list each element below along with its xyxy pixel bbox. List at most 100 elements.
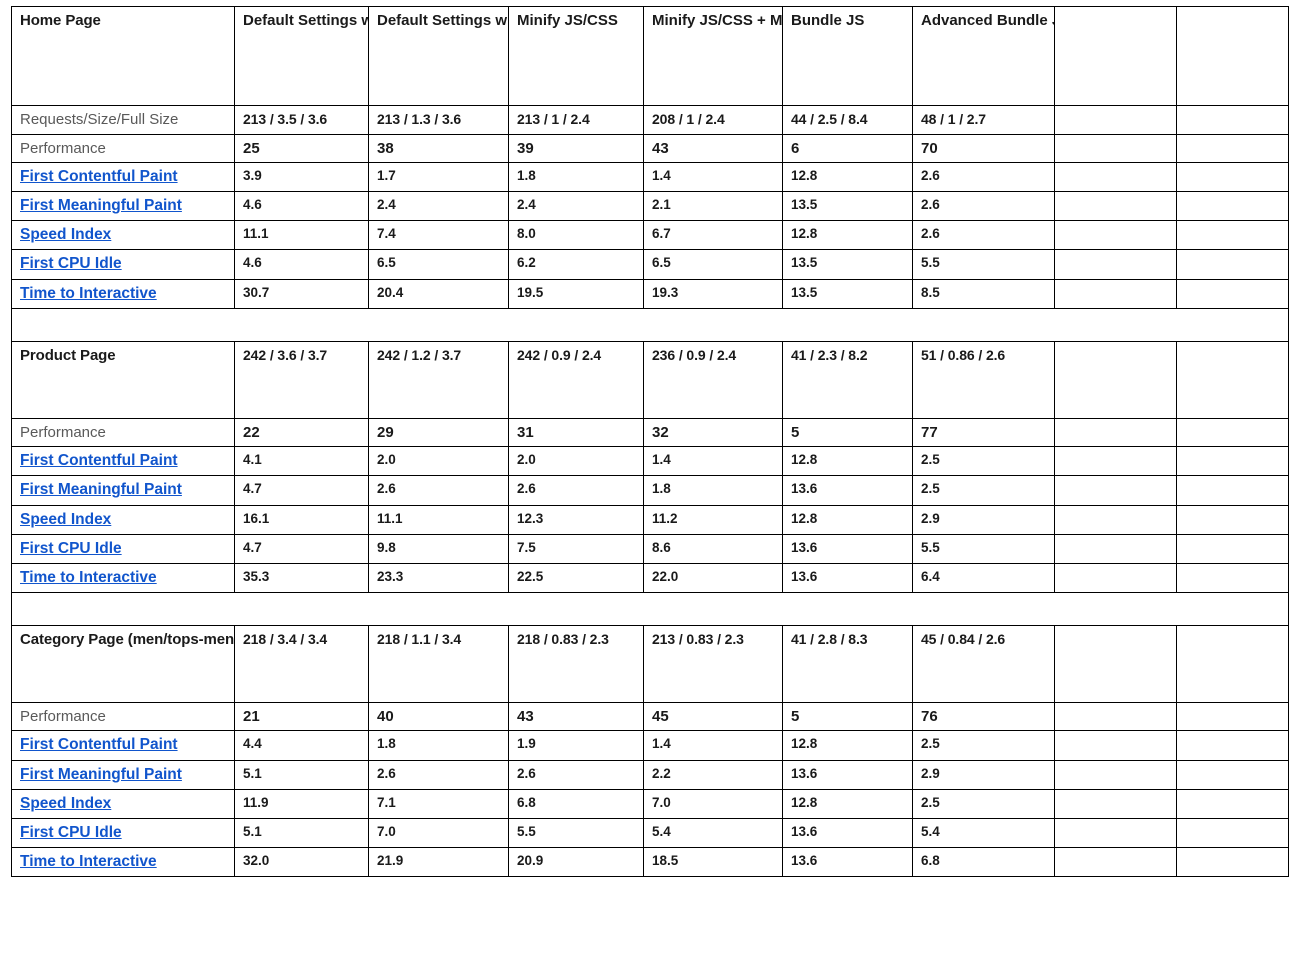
section-title-home-page: Home Page [11, 6, 235, 106]
metric-value-home-page-first-meaningful-paint-4: 2.1 [643, 191, 783, 222]
metric-value-category-page-first-cpu-idle-3: 5.5 [508, 817, 644, 848]
metric-value-category-page-first-contentful-paint-2: 1.8 [368, 730, 509, 761]
metric-link-first-cpu-idle[interactable]: First CPU Idle [20, 824, 122, 841]
section-stat-home-page-3: 213 / 1 / 2.4 [508, 105, 644, 135]
performance-value-home-page-5: 6 [782, 133, 913, 164]
metric-value-product-page-first-cpu-idle-6: 5.5 [912, 533, 1055, 564]
metric-row-home-page-first-cpu-idle: First CPU Idle 4.6 6.5 6.2 6.5 13.5 5.5 [11, 249, 1289, 280]
metric-value-home-page-first-meaningful-paint-3: 2.4 [508, 191, 644, 222]
empty-cell [1176, 133, 1289, 164]
empty-cell [1176, 475, 1289, 506]
metric-link-speed-index[interactable]: Speed Index [20, 795, 111, 812]
metric-value-home-page-time-to-interactive-3: 19.5 [508, 278, 644, 309]
metric-link-first-cpu-idle[interactable]: First CPU Idle [20, 255, 122, 272]
metric-label-cell-first-contentful-paint: First Contentful Paint [11, 446, 235, 477]
metric-value-home-page-first-cpu-idle-2: 6.5 [368, 249, 509, 280]
metric-label-cell-speed-index: Speed Index [11, 220, 235, 251]
empty-cell [1054, 162, 1177, 193]
metric-value-home-page-speed-index-1: 11.1 [234, 220, 369, 251]
empty-cell [1176, 278, 1289, 309]
metric-value-home-page-speed-index-4: 6.7 [643, 220, 783, 251]
metric-link-speed-index[interactable]: Speed Index [20, 226, 111, 243]
metric-value-category-page-first-meaningful-paint-2: 2.6 [368, 759, 509, 790]
empty-cell [1054, 105, 1177, 135]
section-stat-product-page-1: 242 / 3.6 / 3.7 [234, 340, 369, 419]
metric-link-first-meaningful-paint[interactable]: First Meaningful Paint [20, 197, 182, 214]
metric-value-category-page-time-to-interactive-5: 13.6 [782, 846, 913, 878]
metric-value-category-page-first-meaningful-paint-6: 2.9 [912, 759, 1055, 790]
metric-value-category-page-first-cpu-idle-6: 5.4 [912, 817, 1055, 848]
metric-value-product-page-first-contentful-paint-1: 4.1 [234, 446, 369, 477]
metric-link-first-cpu-idle[interactable]: First CPU Idle [20, 540, 122, 557]
empty-cell [1176, 162, 1289, 193]
metric-link-first-contentful-paint[interactable]: First Contentful Paint [20, 736, 178, 753]
metric-link-first-meaningful-paint[interactable]: First Meaningful Paint [20, 766, 182, 783]
metric-value-product-page-first-meaningful-paint-3: 2.6 [508, 475, 644, 506]
metric-link-first-meaningful-paint[interactable]: First Meaningful Paint [20, 481, 182, 498]
metric-value-product-page-time-to-interactive-5: 13.6 [782, 562, 913, 593]
empty-cell [1176, 788, 1289, 819]
metric-value-product-page-speed-index-6: 2.9 [912, 504, 1055, 535]
metric-value-category-page-speed-index-3: 6.8 [508, 788, 644, 819]
metric-label-cell-speed-index: Speed Index [11, 788, 235, 819]
metric-value-product-page-first-meaningful-paint-2: 2.6 [368, 475, 509, 506]
metric-value-product-page-speed-index-4: 11.2 [643, 504, 783, 535]
section-spacer-row [11, 591, 1289, 626]
metric-row-category-page-time-to-interactive: Time to Interactive 32.0 21.9 20.9 18.5 13.6 6… [11, 846, 1289, 878]
metric-value-home-page-speed-index-2: 7.4 [368, 220, 509, 251]
metric-value-category-page-speed-index-1: 11.9 [234, 788, 369, 819]
metric-row-home-page-first-contentful-paint: First Contentful Paint 3.9 1.7 1.8 1.4 12.8 2.… [11, 162, 1289, 193]
metric-link-first-contentful-paint[interactable]: First Contentful Paint [20, 168, 178, 185]
metric-label-cell-first-cpu-idle: First CPU Idle [11, 533, 235, 564]
metric-link-time-to-interactive[interactable]: Time to Interactive [20, 853, 157, 870]
empty-cell [1176, 817, 1289, 848]
metric-label-cell-first-meaningful-paint: First Meaningful Paint [11, 191, 235, 222]
metric-value-category-page-time-to-interactive-6: 6.8 [912, 846, 1055, 878]
empty-cell [1054, 446, 1177, 477]
metric-link-speed-index[interactable]: Speed Index [20, 511, 111, 528]
metric-value-product-page-time-to-interactive-2: 23.3 [368, 562, 509, 593]
metric-row-product-page-first-cpu-idle: First CPU Idle 4.7 9.8 7.5 8.6 13.6 5.5 [11, 533, 1289, 564]
metric-link-time-to-interactive[interactable]: Time to Interactive [20, 569, 157, 586]
metric-link-time-to-interactive[interactable]: Time to Interactive [20, 285, 157, 302]
empty-cell [1054, 846, 1177, 878]
metric-value-product-page-first-cpu-idle-2: 9.8 [368, 533, 509, 564]
metric-value-product-page-first-meaningful-paint-1: 4.7 [234, 475, 369, 506]
metric-value-product-page-first-meaningful-paint-5: 13.6 [782, 475, 913, 506]
metric-value-product-page-speed-index-1: 16.1 [234, 504, 369, 535]
metric-value-home-page-first-contentful-paint-2: 1.7 [368, 162, 509, 193]
metric-label-cell-first-meaningful-paint: First Meaningful Paint [11, 759, 235, 790]
performance-value-product-page-4: 32 [643, 417, 783, 448]
empty-cell [1176, 191, 1289, 222]
metric-row-home-page-first-meaningful-paint: First Meaningful Paint 4.6 2.4 2.4 2.1 13.5 2.… [11, 191, 1289, 222]
metric-value-product-page-time-to-interactive-4: 22.0 [643, 562, 783, 593]
empty-cell [1176, 533, 1289, 564]
empty-cell [1176, 846, 1289, 878]
metric-row-category-page-first-meaningful-paint: First Meaningful Paint 5.1 2.6 2.6 2.2 13.6 2.… [11, 759, 1289, 790]
metric-value-category-page-first-contentful-paint-4: 1.4 [643, 730, 783, 761]
performance-value-home-page-3: 39 [508, 133, 644, 164]
section-stat-category-page-4: 213 / 0.83 / 2.3 [643, 624, 783, 703]
metric-link-first-contentful-paint[interactable]: First Contentful Paint [20, 452, 178, 469]
empty-cell [1176, 249, 1289, 280]
metric-value-home-page-time-to-interactive-2: 20.4 [368, 278, 509, 309]
metric-value-product-page-first-meaningful-paint-4: 1.8 [643, 475, 783, 506]
metric-value-home-page-speed-index-5: 12.8 [782, 220, 913, 251]
metric-value-product-page-first-contentful-paint-2: 2.0 [368, 446, 509, 477]
metric-value-product-page-time-to-interactive-6: 6.4 [912, 562, 1055, 593]
performance-row-home-page: Performance 25 38 39 43 6 70 [11, 133, 1289, 164]
performance-value-home-page-4: 43 [643, 133, 783, 164]
spreadsheet-canvas: Home PageDefault Settings without gzipDe… [0, 0, 1300, 956]
section-header-row-category-page: Category Page (men/tops-men.html)218 / 3… [11, 624, 1289, 703]
metric-value-category-page-time-to-interactive-2: 21.9 [368, 846, 509, 878]
metric-value-home-page-time-to-interactive-5: 13.5 [782, 278, 913, 309]
metric-value-product-page-speed-index-2: 11.1 [368, 504, 509, 535]
empty-cell [1176, 220, 1289, 251]
metric-value-home-page-time-to-interactive-6: 8.5 [912, 278, 1055, 309]
empty-cell [1176, 562, 1289, 593]
metric-value-home-page-first-cpu-idle-3: 6.2 [508, 249, 644, 280]
metric-value-home-page-time-to-interactive-4: 19.3 [643, 278, 783, 309]
metric-value-category-page-speed-index-6: 2.5 [912, 788, 1055, 819]
metric-label-cell-time-to-interactive: Time to Interactive [11, 562, 235, 593]
empty-cell [1176, 446, 1289, 477]
